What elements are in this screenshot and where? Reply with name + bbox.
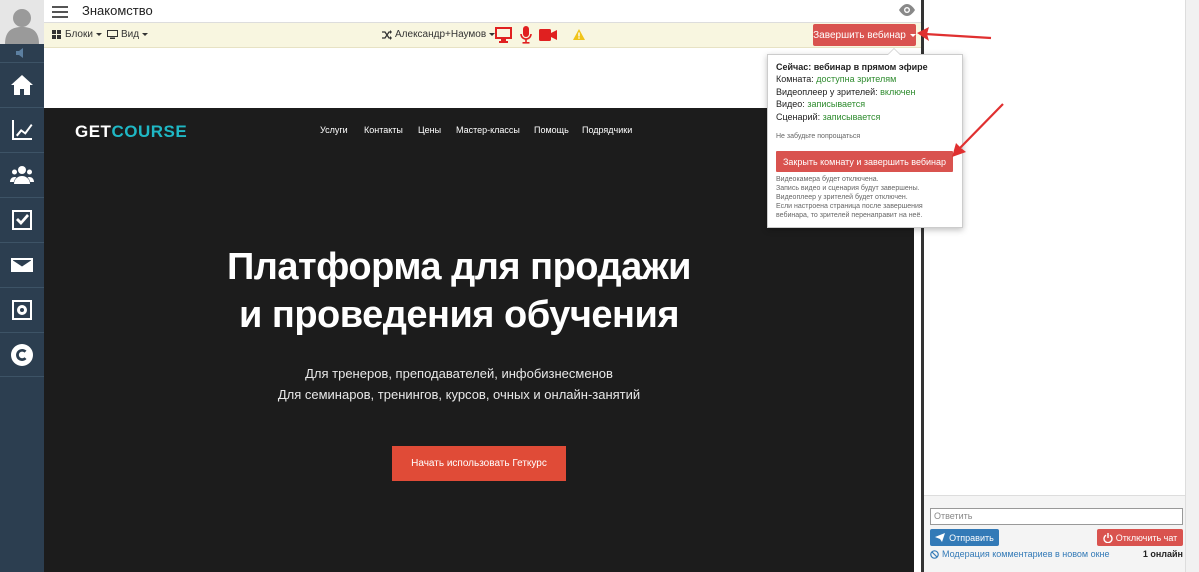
users-icon: [10, 166, 34, 184]
chart-icon: [12, 120, 33, 140]
online-count: 1 онлайн: [1142, 549, 1183, 559]
nav-item: Услуги: [320, 125, 348, 135]
microphone-icon[interactable]: [520, 26, 532, 44]
view-dropdown[interactable]: Вид: [107, 29, 149, 40]
chat-scrollbar[interactable]: [1185, 0, 1199, 572]
eye-icon[interactable]: [898, 3, 916, 17]
send-label: Отправить: [949, 532, 994, 543]
reply-input[interactable]: Ответить: [930, 508, 1183, 525]
ban-icon: [930, 549, 939, 559]
moderation-link[interactable]: Модерация комментариев в новом окне: [930, 549, 1110, 559]
speaker-icon[interactable]: [0, 44, 44, 62]
screen-share-icon[interactable]: [495, 27, 512, 43]
presenter-label: Александр+Наумов: [395, 29, 487, 40]
hero-subtitle: Для тренеров, преподавателей, инфобизнес…: [305, 366, 613, 381]
webinar-toolbar: Блоки Вид Александр+Наумов Завершить веб…: [44, 23, 921, 48]
annotation-arrow-icon: [917, 27, 992, 41]
hero-subtitle: Для семинаров, тренингов, курсов, очных …: [277, 387, 641, 402]
paper-plane-icon: [935, 533, 946, 542]
cta-button: Начать использовать Геткурс: [392, 446, 566, 481]
status-now: Сейчас: вебинар в прямом эфире: [776, 62, 928, 72]
status-room: Комната: доступна зрителям: [776, 74, 897, 84]
warning-icon[interactable]: [573, 29, 585, 40]
nav-item: Помощь: [534, 125, 569, 135]
sidebar-item-stats[interactable]: [0, 107, 44, 152]
moderation-label: Модерация комментариев в новом окне: [942, 549, 1110, 559]
nav-item: Цены: [418, 125, 442, 135]
shuffle-icon: [382, 29, 392, 40]
status-scenario: Сценарий: записывается: [776, 112, 881, 122]
sidebar-item-finance[interactable]: [0, 287, 44, 332]
menu-icon[interactable]: [52, 3, 68, 19]
status-player: Видеоплеер у зрителей: включен: [776, 87, 916, 97]
presenter-dropdown[interactable]: Александр+Наумов: [382, 29, 496, 40]
note-line: Если настроена страница после завершения: [776, 203, 923, 210]
finish-webinar-button[interactable]: Завершить вебинар: [813, 24, 916, 46]
left-sidebar: [0, 0, 44, 572]
mail-icon: [11, 258, 33, 272]
chevron-down-icon: [95, 33, 102, 36]
camera-icon[interactable]: [539, 29, 557, 41]
finish-webinar-popup: Сейчас: вебинар в прямом эфире Комната: …: [767, 48, 963, 228]
note-line: вебинара, то зрителей перенаправит на не…: [776, 212, 923, 219]
sidebar-item-home[interactable]: [0, 62, 44, 107]
avatar[interactable]: [0, 0, 44, 44]
reminder-text: Не забудьте попрощаться: [776, 133, 861, 140]
getcourse-logo: GETCOURSE: [75, 122, 188, 141]
sidebar-item-getcourse[interactable]: [0, 332, 44, 377]
home-icon: [11, 75, 33, 95]
disable-chat-button[interactable]: Отключить чат: [1097, 529, 1183, 546]
chevron-down-icon: [142, 33, 149, 36]
chat-composer: Ответить Отправить Отключить чат Модерац…: [924, 495, 1185, 572]
note-line: Запись видео и сценария будут завершены.: [776, 185, 920, 192]
send-button[interactable]: Отправить: [930, 529, 999, 546]
finish-webinar-label: Завершить вебинар: [813, 29, 906, 41]
getcourse-logo-icon: [11, 343, 33, 366]
annotation-arrow-icon: [952, 103, 1004, 157]
power-icon: [1103, 532, 1113, 543]
nav-item: Мастер-классы: [456, 125, 520, 135]
nav-item: Контакты: [364, 125, 403, 135]
sidebar-item-users[interactable]: [0, 152, 44, 197]
hero-line: Платформа для продажи: [226, 246, 692, 288]
chat-panel: Ответить Отправить Отключить чат Модерац…: [924, 0, 1199, 572]
sidebar-item-messages[interactable]: [0, 242, 44, 287]
blocks-label: Блоки: [65, 29, 93, 40]
status-video: Видео: записывается: [776, 99, 866, 109]
monitor-icon: [107, 30, 118, 39]
user-avatar-icon: [5, 9, 39, 44]
sidebar-item-tasks[interactable]: [0, 197, 44, 242]
blocks-icon: [52, 30, 61, 39]
view-label: Вид: [121, 29, 140, 40]
safe-icon: [12, 300, 32, 320]
hero-line: и проведения обучения: [238, 294, 680, 336]
note-line: Видеоплеер у зрителей будет отключен.: [776, 194, 908, 201]
note-line: Видеокамера будет отключена.: [776, 176, 879, 183]
checkbox-icon: [12, 210, 32, 230]
disable-chat-label: Отключить чат: [1115, 532, 1178, 543]
close-room-button[interactable]: Закрыть комнату и завершить вебинар: [776, 151, 953, 172]
nav-item: Подрядчики: [582, 125, 633, 135]
blocks-dropdown[interactable]: Блоки: [52, 29, 102, 40]
hero-heading: Платформа для продажи и проведения обуче…: [44, 243, 874, 339]
page-title[interactable]: Знакомство: [82, 3, 153, 18]
title-bar: Знакомство: [44, 0, 921, 23]
